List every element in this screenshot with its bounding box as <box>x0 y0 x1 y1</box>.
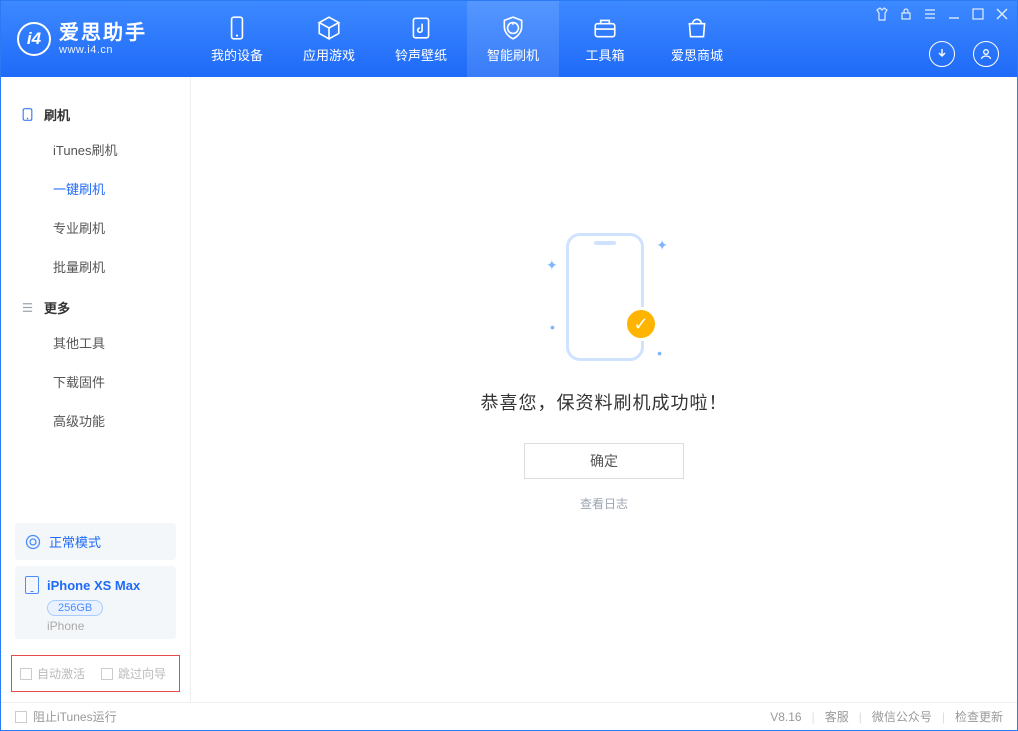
mode-row[interactable]: 正常模式 <box>15 523 176 560</box>
statusbar: 阻止iTunes运行 V8.16 | 客服 | 微信公众号 | 检查更新 <box>1 702 1017 730</box>
view-log-link[interactable]: 查看日志 <box>580 495 628 512</box>
tab-label: 应用游戏 <box>303 45 355 64</box>
shield-icon <box>500 15 526 41</box>
sidebar-group-more[interactable]: 更多 <box>1 292 190 323</box>
list-icon <box>21 301 34 314</box>
link-wechat[interactable]: 微信公众号 <box>872 708 932 725</box>
sidebar-item-download-firmware[interactable]: 下载固件 <box>1 362 190 401</box>
link-support[interactable]: 客服 <box>825 708 849 725</box>
sidebar-group-title: 刷机 <box>44 105 70 124</box>
maximize-icon[interactable] <box>971 7 985 21</box>
tab-my-device[interactable]: 我的设备 <box>191 1 283 77</box>
main-tabs: 我的设备 应用游戏 铃声壁纸 智能刷机 工具箱 爱思商城 <box>191 1 743 77</box>
device-storage-pill: 256GB <box>47 600 103 616</box>
window-controls <box>875 7 1009 21</box>
bag-icon <box>684 15 710 41</box>
tab-label: 工具箱 <box>585 45 624 64</box>
toolbox-icon <box>592 15 618 41</box>
sidebar-scroll[interactable]: 刷机 iTunes刷机 一键刷机 专业刷机 批量刷机 更多 其他工具 下载固件 … <box>1 77 190 523</box>
success-illustration: ✦✦•• ✓ <box>544 227 664 367</box>
illus-phone-icon <box>566 233 644 361</box>
tab-label: 我的设备 <box>211 45 263 64</box>
sidebar-item-itunes-flash[interactable]: iTunes刷机 <box>1 130 190 169</box>
tab-apps-games[interactable]: 应用游戏 <box>283 1 375 77</box>
sidebar-item-onekey-flash[interactable]: 一键刷机 <box>1 169 190 208</box>
app-name-en: www.i4.cn <box>59 44 147 56</box>
version-label: V8.16 <box>770 710 801 724</box>
checkbox-label: 跳过向导 <box>118 665 166 682</box>
checkbox-icon <box>20 668 32 680</box>
phone-icon <box>21 108 34 121</box>
checkbox-icon <box>15 711 27 723</box>
phone-icon <box>25 576 39 594</box>
sidebar-group-flash[interactable]: 刷机 <box>1 99 190 130</box>
tab-toolbox[interactable]: 工具箱 <box>559 1 651 77</box>
device-name: iPhone XS Max <box>47 578 140 593</box>
sidebar-item-batch-flash[interactable]: 批量刷机 <box>1 247 190 286</box>
main-content: ✦✦•• ✓ 恭喜您，保资料刷机成功啦！ 确定 查看日志 <box>191 77 1017 702</box>
statusbar-left: 阻止iTunes运行 <box>15 708 117 725</box>
sidebar-item-pro-flash[interactable]: 专业刷机 <box>1 208 190 247</box>
device-name-row: iPhone XS Max <box>25 576 166 594</box>
check-badge-icon: ✓ <box>624 307 658 341</box>
account-button[interactable] <box>973 41 999 67</box>
statusbar-right: V8.16 | 客服 | 微信公众号 | 检查更新 <box>770 708 1003 725</box>
close-icon[interactable] <box>995 7 1009 21</box>
sync-icon <box>25 534 41 550</box>
lock-icon[interactable] <box>899 7 913 21</box>
mode-label: 正常模式 <box>49 532 101 551</box>
body: 刷机 iTunes刷机 一键刷机 专业刷机 批量刷机 更多 其他工具 下载固件 … <box>1 77 1017 702</box>
sidebar-group-title: 更多 <box>44 298 70 317</box>
checkbox-block-itunes[interactable]: 阻止iTunes运行 <box>15 708 117 725</box>
checkbox-label: 自动激活 <box>37 665 85 682</box>
user-icon <box>979 47 993 61</box>
tab-smart-flash[interactable]: 智能刷机 <box>467 1 559 77</box>
device-type-label: iPhone <box>47 619 166 633</box>
checkbox-skip-wizard[interactable]: 跳过向导 <box>101 665 166 682</box>
download-button[interactable] <box>929 41 955 67</box>
block-itunes-label: 阻止iTunes运行 <box>33 708 117 725</box>
sidebar-item-advanced[interactable]: 高级功能 <box>1 401 190 440</box>
tab-mall[interactable]: 爱思商城 <box>651 1 743 77</box>
checkbox-icon <box>101 668 113 680</box>
menu-icon[interactable] <box>923 7 937 21</box>
download-icon <box>935 47 949 61</box>
sidebar-item-other-tools[interactable]: 其他工具 <box>1 323 190 362</box>
minimize-icon[interactable] <box>947 7 961 21</box>
tab-label: 铃声壁纸 <box>395 45 447 64</box>
logo-area: i4 爱思助手 www.i4.cn <box>1 1 191 77</box>
app-name-zh: 爱思助手 <box>59 22 147 44</box>
checkbox-row: 自动激活 跳过向导 <box>11 655 180 692</box>
checkbox-auto-activate[interactable]: 自动激活 <box>20 665 85 682</box>
link-check-update[interactable]: 检查更新 <box>955 708 1003 725</box>
tab-ring-wallpaper[interactable]: 铃声壁纸 <box>375 1 467 77</box>
app-header: i4 爱思助手 www.i4.cn 我的设备 应用游戏 铃声壁纸 智能刷机 工具… <box>1 1 1017 77</box>
device-icon <box>224 15 250 41</box>
music-icon <box>408 15 434 41</box>
tab-label: 爱思商城 <box>671 45 723 64</box>
device-card[interactable]: iPhone XS Max 256GB iPhone <box>15 566 176 639</box>
cube-icon <box>316 15 342 41</box>
tab-label: 智能刷机 <box>487 45 539 64</box>
logo-icon: i4 <box>17 22 51 56</box>
success-headline: 恭喜您，保资料刷机成功啦！ <box>481 389 728 415</box>
logo-text: 爱思助手 www.i4.cn <box>59 22 147 56</box>
sidebar: 刷机 iTunes刷机 一键刷机 专业刷机 批量刷机 更多 其他工具 下载固件 … <box>1 77 191 702</box>
ok-button[interactable]: 确定 <box>524 443 684 479</box>
shirt-icon[interactable] <box>875 7 889 21</box>
header-actions <box>929 41 999 67</box>
